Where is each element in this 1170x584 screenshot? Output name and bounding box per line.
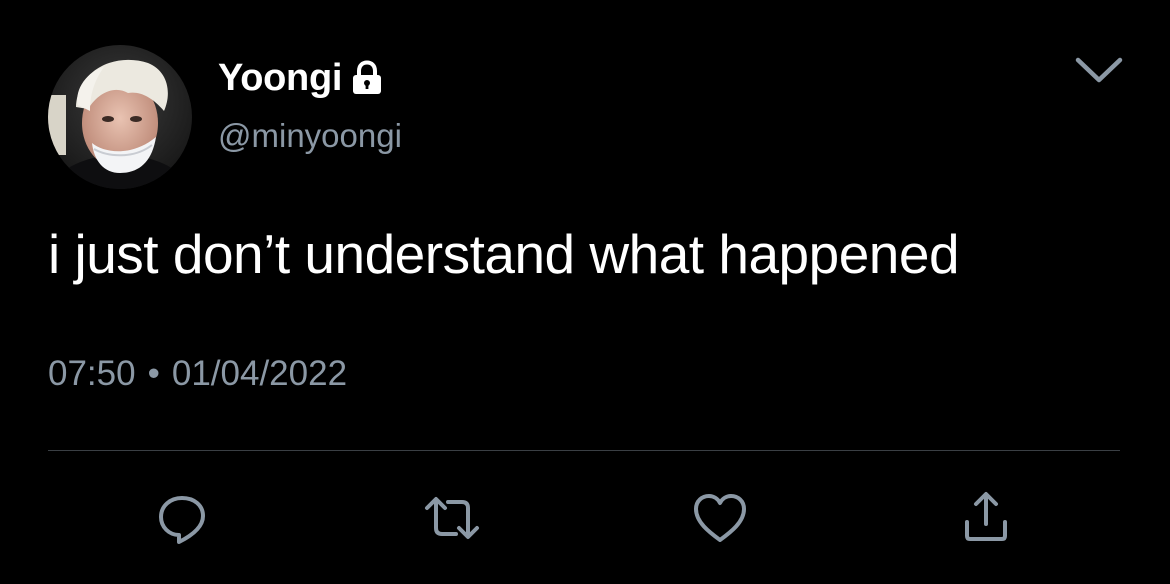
tweet-text: i just don’t understand what happened xyxy=(48,223,960,285)
display-name[interactable]: Yoongi xyxy=(218,56,342,100)
lock-icon xyxy=(350,60,384,96)
meta-separator: • xyxy=(147,354,160,393)
tweet-date: 01/04/2022 xyxy=(171,354,348,393)
avatar-image xyxy=(48,45,192,189)
reply-button[interactable] xyxy=(152,488,212,548)
divider xyxy=(48,450,1120,451)
tweet-timestamp[interactable]: 07:50 • 01/04/2022 xyxy=(48,352,347,396)
tweet-card: Yoongi @minyoongi i just don’t understan… xyxy=(0,0,1170,584)
like-icon xyxy=(694,494,746,542)
retweet-button[interactable] xyxy=(422,488,482,548)
tweet-time: 07:50 xyxy=(48,354,136,393)
retweet-icon xyxy=(425,497,479,539)
action-bar xyxy=(0,488,1170,548)
avatar[interactable] xyxy=(48,45,192,189)
reply-icon xyxy=(159,496,205,544)
share-button[interactable] xyxy=(956,488,1016,548)
user-handle[interactable]: @minyoongi xyxy=(218,116,402,156)
chevron-down-icon[interactable] xyxy=(1074,52,1124,86)
share-icon xyxy=(965,492,1007,541)
name-row: Yoongi xyxy=(218,56,384,100)
like-button[interactable] xyxy=(690,488,750,548)
